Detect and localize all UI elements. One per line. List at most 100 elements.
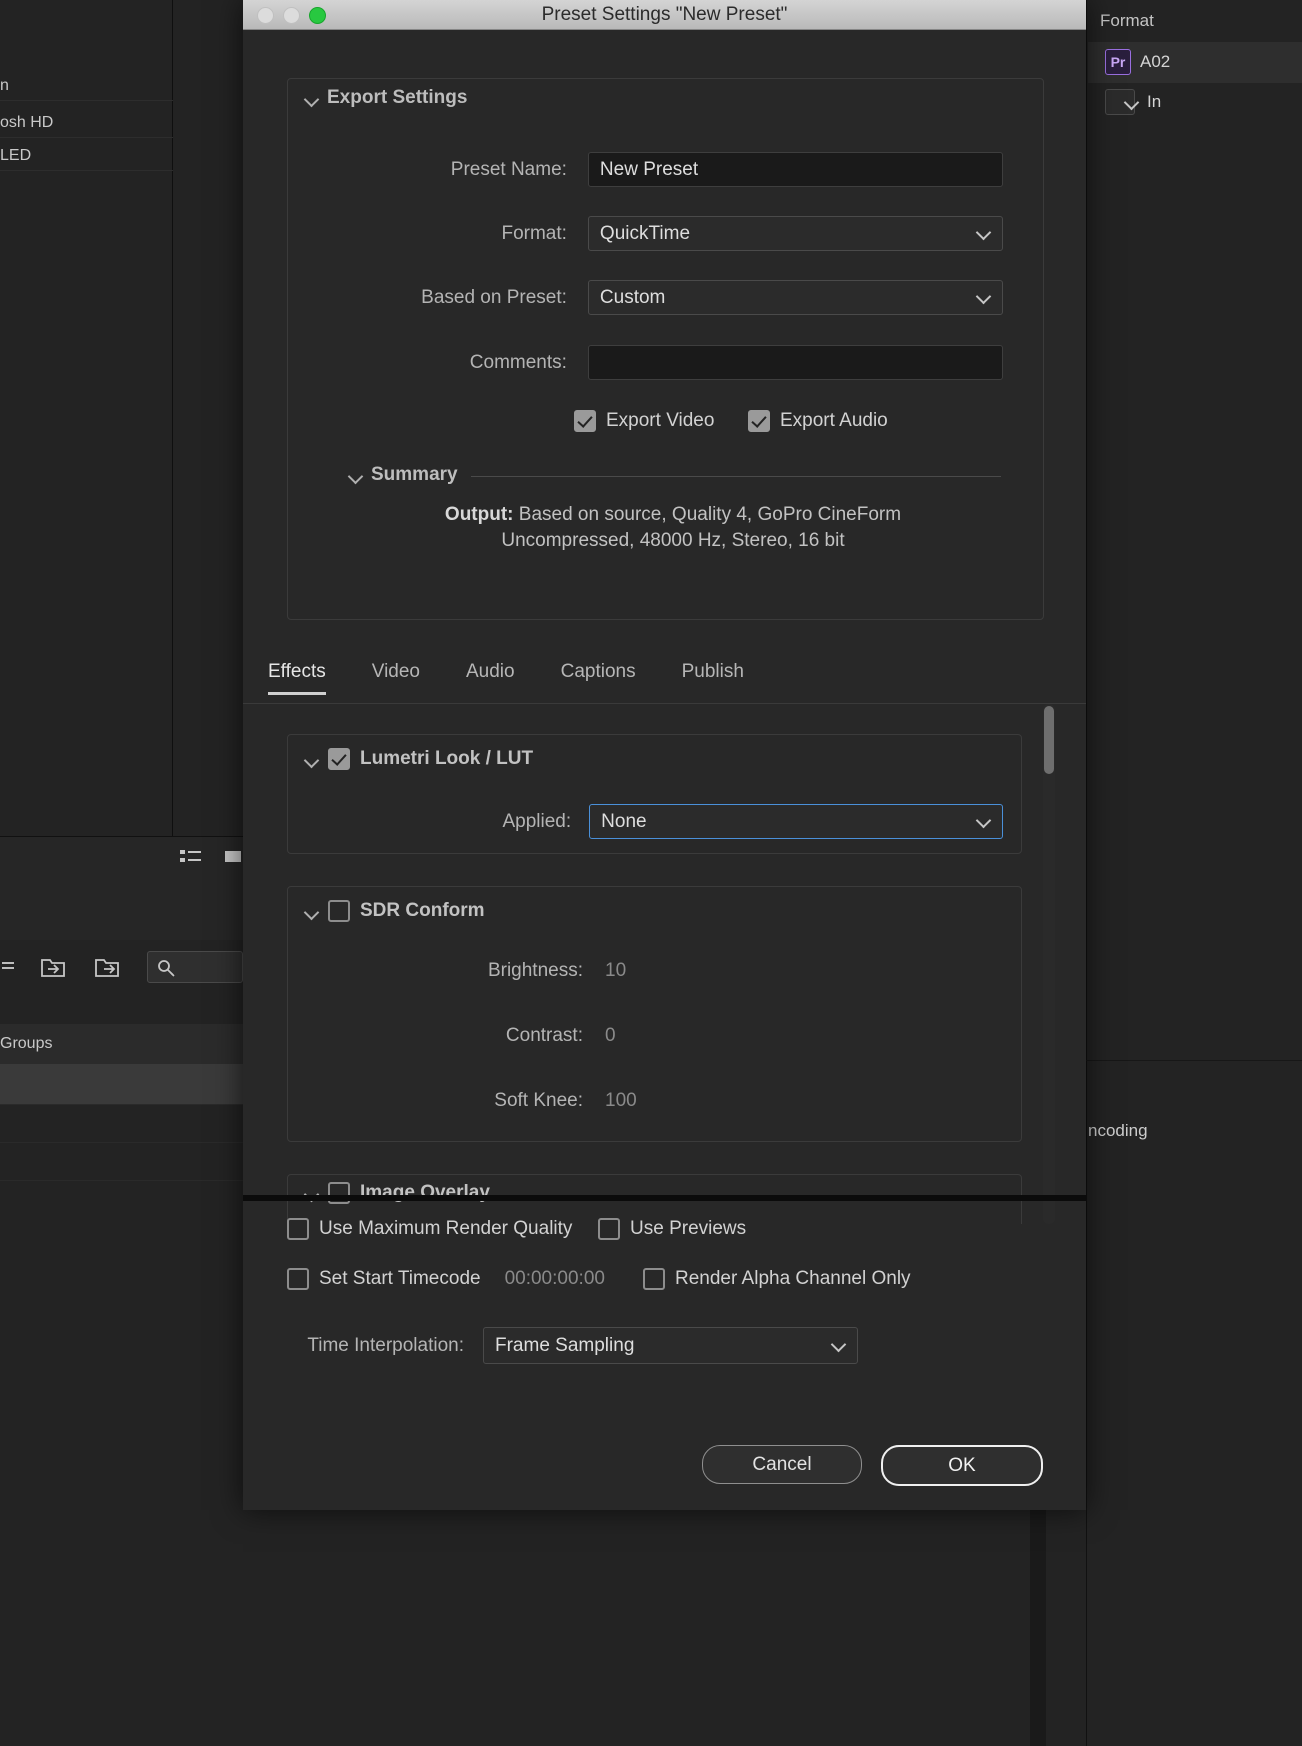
sdr-conform-header[interactable]: SDR Conform: [297, 900, 493, 922]
soft-knee-value[interactable]: 100: [605, 1090, 637, 1112]
preset-name-input[interactable]: New Preset: [587, 152, 1003, 187]
preset-settings-dialog: Preset Settings "New Preset" Export Sett…: [243, 0, 1086, 1510]
based-on-preset-value: Custom: [599, 286, 666, 308]
effects-panel: Lumetri Look / LUT Applied: None SDR Con…: [243, 704, 1086, 1224]
ok-button[interactable]: OK: [881, 1445, 1043, 1486]
search-input[interactable]: [147, 951, 243, 983]
effects-scrollbar-track[interactable]: [1043, 704, 1055, 1224]
export-video-label: Export Video: [606, 410, 715, 431]
minimize-button[interactable]: [283, 6, 300, 24]
tab-video[interactable]: Video: [372, 652, 442, 695]
tab-captions[interactable]: Captions: [561, 652, 658, 695]
based-on-preset-row: Based on Preset: Custom: [363, 280, 1003, 315]
tab-publish-label: Publish: [681, 661, 744, 682]
background-bottom-strip: [1030, 1510, 1046, 1746]
background-selected-row[interactable]: [0, 1064, 243, 1104]
background-left-row: osh HD: [0, 107, 173, 138]
export-settings-title: Export Settings: [327, 87, 468, 108]
tab-audio[interactable]: Audio: [466, 652, 537, 695]
export-video-checkbox[interactable]: [574, 410, 596, 432]
preset-name-row: Preset Name: New Preset: [363, 152, 1003, 187]
dialog-title: Preset Settings "New Preset": [541, 3, 788, 25]
lumetri-applied-label: Applied:: [502, 810, 572, 832]
cancel-button[interactable]: Cancel: [702, 1445, 862, 1484]
summary-output: Output: Based on source, Quality 4, GoPr…: [343, 502, 1003, 554]
tab-video-label: Video: [371, 661, 420, 682]
lumetri-header[interactable]: Lumetri Look / LUT: [297, 748, 542, 770]
brightness-value[interactable]: 10: [605, 960, 626, 982]
background-row[interactable]: [0, 1104, 243, 1142]
sdr-conform-checkbox[interactable]: [328, 900, 350, 922]
format-select[interactable]: QuickTime: [587, 216, 1003, 251]
screen: n osh HD LED Groups Format Pr A02 In nco…: [0, 0, 1302, 1746]
export-audio-checkbox-row[interactable]: Export Audio: [748, 410, 888, 432]
background-left-row-label: LED: [0, 147, 32, 164]
format-row: Format: QuickTime: [363, 216, 1003, 251]
effects-scrollbar-thumb[interactable]: [1044, 706, 1054, 774]
background-row[interactable]: [0, 1180, 243, 1218]
based-on-preset-select[interactable]: Custom: [587, 280, 1003, 315]
tab-effects[interactable]: Effects: [268, 652, 348, 695]
settings-tabs: Effects Video Audio Captions Publish: [243, 652, 1086, 704]
render-alpha-only-checkbox[interactable]: [643, 1268, 665, 1290]
use-max-render-quality-label: Use Maximum Render Quality: [319, 1218, 573, 1239]
lumetri-checkbox[interactable]: [328, 748, 350, 770]
sdr-conform-title: SDR Conform: [360, 900, 485, 921]
background-sub-label: In: [1147, 92, 1161, 112]
comments-input[interactable]: [587, 345, 1003, 380]
use-max-render-quality-checkbox[interactable]: [287, 1218, 309, 1240]
summary-output-line1: Based on source, Quality 4, GoPro CineFo…: [518, 504, 902, 525]
search-icon: [158, 960, 175, 977]
premiere-badge-icon: Pr: [1105, 49, 1131, 75]
background-left-row: LED: [0, 140, 173, 171]
lumetri-applied-select[interactable]: None: [589, 804, 1003, 839]
background-right-panel: [1086, 0, 1302, 1746]
background-format-label: Format: [1100, 11, 1154, 30]
close-button[interactable]: [257, 6, 274, 24]
chevron-down-icon: [833, 1339, 844, 1350]
use-max-render-quality-row[interactable]: Use Maximum Render Quality: [287, 1218, 572, 1240]
set-start-timecode-row[interactable]: Set Start Timecode 00:00:00:00: [287, 1268, 605, 1290]
chevron-down-icon: [305, 753, 318, 766]
import-folder-icon[interactable]: [38, 952, 68, 982]
background-sub-text: In: [1147, 92, 1162, 111]
render-alpha-only-row[interactable]: Render Alpha Channel Only: [643, 1268, 911, 1290]
summary-output-line2: Uncompressed, 48000 Hz, Stereo, 16 bit: [501, 530, 845, 551]
use-previews-row[interactable]: Use Previews: [598, 1218, 746, 1240]
export-folder-icon[interactable]: [92, 952, 122, 982]
background-combo[interactable]: [1105, 89, 1135, 115]
format-value: QuickTime: [599, 222, 691, 244]
time-interpolation-row: Time Interpolation: Frame Sampling: [284, 1327, 858, 1364]
based-on-preset-label: Based on Preset:: [421, 286, 567, 308]
list-view-icon[interactable]: [178, 847, 204, 869]
tab-publish[interactable]: Publish: [682, 652, 766, 695]
set-start-timecode-label: Set Start Timecode: [319, 1268, 481, 1289]
chevron-down-icon: [978, 227, 989, 238]
dialog-body: Export Settings Preset Name: New Preset …: [243, 30, 1086, 1510]
chevron-down-icon: [978, 291, 989, 302]
menu-icon[interactable]: [0, 956, 20, 978]
cancel-button-label: Cancel: [752, 1453, 812, 1475]
time-interpolation-select[interactable]: Frame Sampling: [483, 1327, 858, 1364]
background-left-row: n: [0, 70, 173, 101]
zoom-button[interactable]: [309, 6, 326, 24]
export-video-checkbox-row[interactable]: Export Video: [574, 410, 714, 432]
background-toolbar-upper: [0, 836, 243, 940]
soft-knee-label: Soft Knee:: [494, 1090, 583, 1111]
use-previews-checkbox[interactable]: [598, 1218, 620, 1240]
format-label: Format:: [501, 222, 567, 244]
comments-label: Comments:: [469, 351, 567, 373]
contrast-value[interactable]: 0: [605, 1025, 616, 1047]
preset-name-value: New Preset: [599, 158, 699, 180]
ok-button-label: OK: [948, 1454, 976, 1476]
background-row[interactable]: [0, 1142, 243, 1180]
tab-effects-label: Effects: [268, 661, 326, 682]
summary-header[interactable]: Summary: [341, 464, 466, 486]
background-encoding-label: ncoding: [1088, 1121, 1148, 1141]
set-start-timecode-checkbox[interactable]: [287, 1268, 309, 1290]
chevron-down-icon: [349, 469, 362, 482]
export-audio-checkbox[interactable]: [748, 410, 770, 432]
background-format-header: Format: [1100, 11, 1154, 31]
timecode-value[interactable]: 00:00:00:00: [505, 1268, 605, 1290]
export-settings-header[interactable]: Export Settings: [297, 87, 476, 109]
